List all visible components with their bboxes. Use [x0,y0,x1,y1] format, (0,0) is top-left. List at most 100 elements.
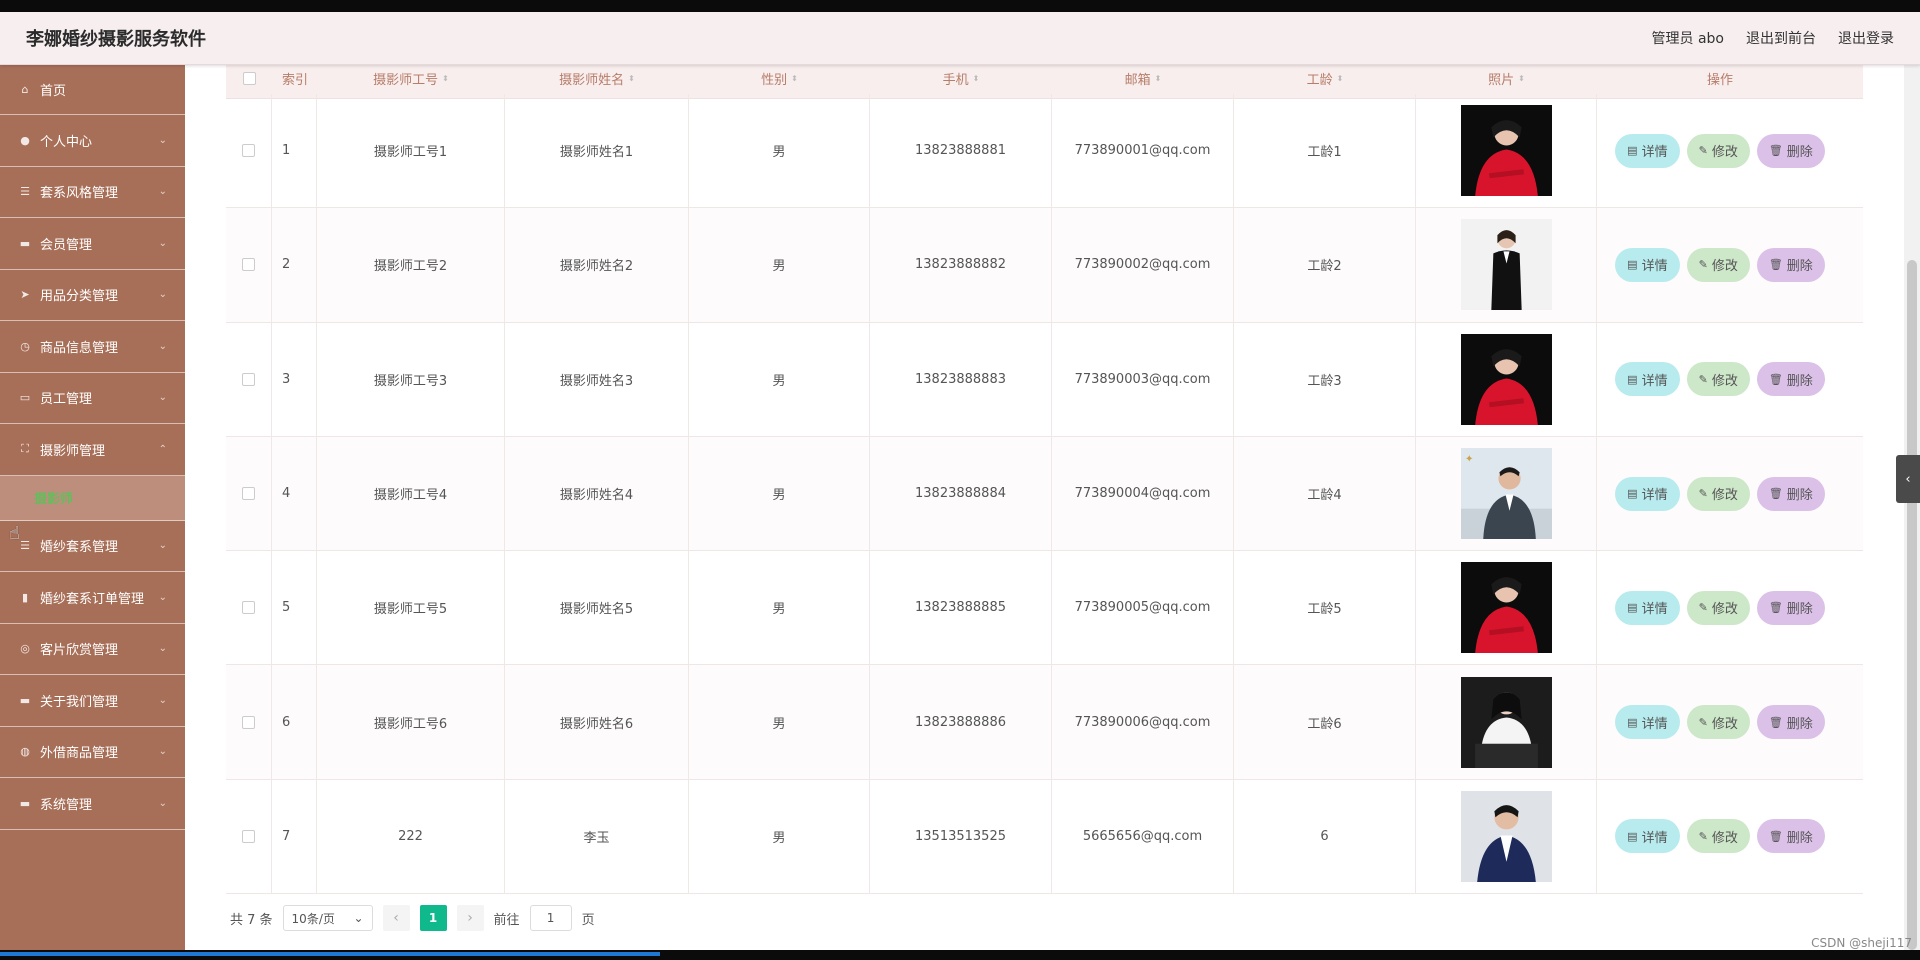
pencil-icon: ✎ [1698,829,1708,843]
photographer-photo[interactable] [1460,676,1552,768]
cell-index: 2 [272,208,317,322]
sidebar-item-about[interactable]: ▬ 关于我们管理 ⌄ [0,675,185,727]
photographer-photo[interactable] [1460,333,1552,425]
current-page-button[interactable]: 1 [419,905,447,931]
app-header: 李娜婚纱摄影服务软件 管理员 abo 退出到前台 退出登录 [0,12,1920,65]
prev-page-button[interactable]: ‹ [382,905,410,931]
document-icon: ▤ [1627,372,1638,386]
edit-button[interactable]: ✎ 修改 [1686,362,1750,397]
clock-icon: ◷ [20,339,30,353]
delete-button[interactable]: 🗑 删除 [1756,590,1825,625]
edit-button[interactable]: ✎ 修改 [1686,133,1750,168]
sort-icon[interactable]: ⬍ [1155,74,1162,83]
sidebar-item-home[interactable]: ⌂ 首页 [0,65,185,115]
exit-to-front-link[interactable]: 退出到前台 [1746,28,1816,48]
detail-button[interactable]: ▤ 详情 [1615,476,1680,511]
sidebar-item-member[interactable]: ▬ 会员管理 ⌄ [0,218,185,270]
scrollbar-thumb[interactable] [1907,260,1917,950]
row-checkbox[interactable] [242,487,255,501]
cell-seniority: 工龄1 [1234,94,1416,208]
cell-photographer-no: 摄影师工号4 [317,436,505,551]
sort-icon[interactable]: ⬍ [1518,74,1525,83]
cell-photographer-no: 摄影师工号1 [317,94,505,208]
chevron-down-icon: ⌄ [353,911,364,925]
checkbox[interactable] [242,72,256,85]
edit-button[interactable]: ✎ 修改 [1686,476,1750,511]
photographer-photo[interactable]: ✦ [1460,448,1552,540]
chevron-down-icon: ⌄ [158,643,167,655]
sort-icon[interactable]: ⬍ [973,74,980,83]
sidebar-item-order[interactable]: ▮ 婚纱套系订单管理 ⌄ [0,572,185,624]
row-checkbox[interactable] [242,372,255,386]
main-content: 索引 摄影师工号 ⬍ 摄影师姓名 ⬍ 性别 ⬍ 手机 ⬍ 邮箱 ⬍ 工龄 ⬍ 照片 ⬍ 操作 … [185,65,1920,950]
photographer-photo[interactable] [1460,790,1552,882]
delete-button[interactable]: 🗑 删除 [1756,705,1825,740]
sidebar-item-style[interactable]: ☰ 套系风格管理 ⌄ [0,167,185,218]
sort-icon[interactable]: ⬍ [628,74,635,83]
cell-sex: 男 [689,322,870,436]
delete-button[interactable]: 🗑 删除 [1756,476,1825,511]
edit-button[interactable]: ✎ 修改 [1686,247,1750,282]
delete-button[interactable]: 🗑 删除 [1756,819,1825,854]
sidebar-item-goods[interactable]: ◷ 商品信息管理 ⌄ [0,321,185,373]
row-checkbox[interactable] [242,258,255,272]
row-checkbox[interactable] [242,144,255,158]
collapse-panel-button[interactable]: ‹ [1896,455,1920,503]
cell-email: 5665656@qq.com [1052,779,1234,894]
logout-link[interactable]: 退出登录 [1838,28,1894,48]
sort-icon[interactable]: ⬍ [1337,74,1344,83]
delete-button[interactable]: 🗑 删除 [1756,362,1825,397]
row-checkbox[interactable] [242,829,255,843]
sidebar-item-category[interactable]: ➤ 用品分类管理 ⌄ [0,270,185,321]
detail-button[interactable]: ▤ 详情 [1615,362,1680,397]
edit-button[interactable]: ✎ 修改 [1686,819,1750,854]
chevron-up-icon: ⌃ [158,443,167,455]
cell-index: 5 [272,551,317,665]
delete-button[interactable]: 🗑 删除 [1756,247,1825,282]
cell-sex: 男 [689,208,870,322]
document-icon: ▤ [1627,715,1638,729]
page-size-select[interactable]: 10条/页 ⌄ [282,905,373,931]
document-icon: ▤ [1627,258,1638,272]
detail-button[interactable]: ▤ 详情 [1615,705,1680,740]
sidebar-subitem-photographer[interactable]: 摄影师 [0,475,185,521]
sort-icon[interactable]: ⬍ [791,74,798,83]
edit-button[interactable]: ✎ 修改 [1686,590,1750,625]
cell-photographer-no: 摄影师工号3 [317,322,505,436]
header-actions: 管理员 abo 退出到前台 退出登录 [1652,28,1894,48]
detail-button[interactable]: ▤ 详情 [1615,133,1680,168]
detail-button[interactable]: ▤ 详情 [1615,819,1680,854]
cell-seniority: 6 [1234,779,1416,894]
pencil-icon: ✎ [1698,715,1708,729]
pagination: 共 7 条 10条/页 ⌄ ‹ 1 › 前往 1 页 [230,905,595,931]
sort-icon[interactable]: ⬍ [442,74,449,83]
cell-seniority: 工龄3 [1234,322,1416,436]
sidebar-item-package[interactable]: ☰ 婚纱套系管理 ⌄ [0,521,185,572]
sidebar-item-photographer[interactable]: ⛶ 摄影师管理 ⌃ [0,424,185,476]
edit-button[interactable]: ✎ 修改 [1686,705,1750,740]
next-page-button[interactable]: › [456,905,484,931]
page-scrollbar[interactable] [1904,65,1920,950]
cell-sex: 男 [689,779,870,894]
sidebar-item-gallery[interactable]: ◎ 客片欣赏管理 ⌄ [0,624,185,675]
detail-button[interactable]: ▤ 详情 [1615,590,1680,625]
chevron-down-icon: ⌄ [158,340,167,352]
photographer-photo[interactable] [1460,562,1552,654]
photographer-photo[interactable] [1460,219,1552,311]
photographer-photo[interactable] [1460,105,1552,197]
cell-phone: 13823888886 [870,665,1052,779]
sidebar-item-lend[interactable]: ◍ 外借商品管理 ⌄ [0,727,185,778]
row-checkbox[interactable] [242,601,255,615]
cell-phone: 13823888884 [870,436,1052,551]
goto-page-input[interactable]: 1 [529,905,572,931]
delete-button[interactable]: 🗑 删除 [1756,133,1825,168]
cell-seniority: 工龄4 [1234,436,1416,551]
chevron-down-icon: ⌄ [158,289,167,301]
detail-button[interactable]: ▤ 详情 [1615,247,1680,282]
sidebar-item-staff[interactable]: ▭ 员工管理 ⌄ [0,373,185,424]
row-checkbox[interactable] [242,715,255,729]
sidebar-item-personal[interactable]: ● 个人中心 ⌄ [0,115,185,167]
sidebar-item-system[interactable]: ▬ 系统管理 ⌄ [0,778,185,830]
cell-email: 773890003@qq.com [1052,322,1234,436]
watermark: CSDN @sheji117 [1811,936,1912,950]
